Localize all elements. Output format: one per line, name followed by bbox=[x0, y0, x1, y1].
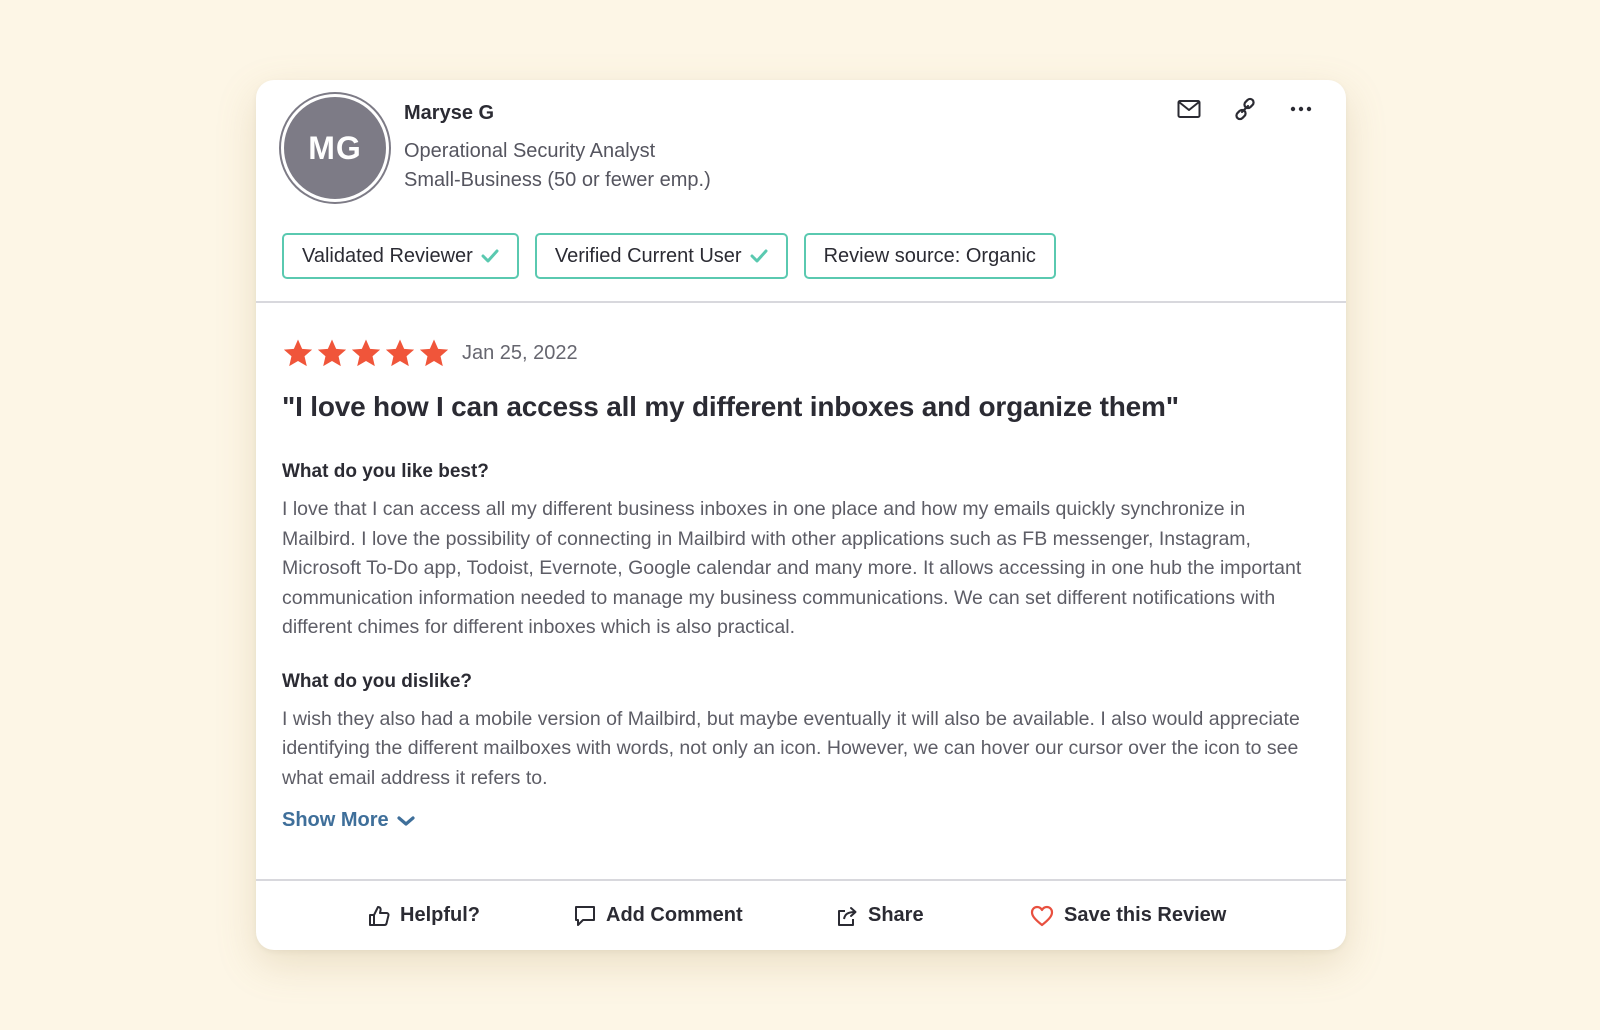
thumbs-up-icon bbox=[369, 905, 390, 926]
avatar[interactable]: MG bbox=[281, 94, 389, 202]
reviewer-company-size: Small-Business (50 or fewer emp.) bbox=[404, 169, 711, 191]
question-dislike: What do you dislike? bbox=[282, 670, 473, 692]
share-button[interactable]: Share bbox=[836, 881, 924, 950]
reviewer-info: Maryse G Operational Security Analyst Sm… bbox=[404, 102, 711, 195]
star-icon bbox=[351, 339, 381, 366]
mail-icon bbox=[1177, 100, 1201, 118]
badge-validated-reviewer[interactable]: Validated Reviewer bbox=[282, 233, 519, 279]
heart-icon bbox=[1030, 905, 1054, 926]
show-more-link[interactable]: Show More bbox=[282, 809, 415, 832]
check-icon bbox=[750, 249, 768, 263]
star-icon bbox=[283, 339, 313, 366]
answer-dislike: I wish they also had a mobile version of… bbox=[282, 707, 1300, 789]
badge-verified-current-user[interactable]: Verified Current User bbox=[534, 233, 788, 279]
add-comment-label: Add Comment bbox=[606, 904, 743, 926]
link-icon bbox=[1235, 97, 1255, 121]
helpful-label: Helpful? bbox=[400, 904, 480, 926]
header-divider bbox=[256, 301, 1346, 303]
reviewer-role: Operational Security Analyst bbox=[404, 140, 656, 162]
check-icon bbox=[481, 249, 499, 263]
copy-link-button[interactable] bbox=[1230, 94, 1260, 124]
add-comment-button[interactable]: Add Comment bbox=[574, 881, 743, 950]
show-more-label: Show More bbox=[282, 809, 389, 831]
share-label: Share bbox=[868, 904, 924, 926]
chevron-down-icon bbox=[397, 815, 415, 826]
star-rating bbox=[282, 338, 450, 369]
question-like-best: What do you like best? bbox=[282, 461, 489, 482]
header-actions bbox=[1174, 94, 1316, 124]
star-icon bbox=[385, 339, 415, 366]
review-date: Jan 25, 2022 bbox=[462, 341, 578, 364]
star-icon bbox=[419, 339, 449, 366]
badge-label: Validated Reviewer bbox=[302, 244, 473, 267]
badge-label: Verified Current User bbox=[554, 244, 742, 267]
save-review-button[interactable]: Save this Review bbox=[1030, 881, 1226, 950]
review-content: Jan 25, 2022 "I love how I can access al… bbox=[256, 335, 1346, 832]
more-icon bbox=[1290, 106, 1312, 112]
share-icon bbox=[838, 906, 857, 926]
email-review-button[interactable] bbox=[1174, 94, 1204, 124]
helpful-button[interactable]: Helpful? bbox=[368, 881, 480, 950]
review-title: "I love how I can access all my differen… bbox=[282, 391, 1179, 422]
review-footer: Helpful? Add Comment Share Save this Rev… bbox=[256, 879, 1346, 950]
save-review-label: Save this Review bbox=[1064, 904, 1227, 926]
reviewer-badges: Validated Reviewer Verified Current User… bbox=[282, 233, 1056, 279]
rating-row: Jan 25, 2022 bbox=[282, 335, 1320, 371]
comment-icon bbox=[575, 905, 595, 926]
star-icon bbox=[317, 339, 347, 366]
review-card: MG Maryse G Operational Security Analyst… bbox=[256, 80, 1346, 950]
badge-label: Review source: Organic bbox=[823, 244, 1036, 267]
reviewer-name[interactable]: Maryse G bbox=[404, 102, 711, 125]
more-options-button[interactable] bbox=[1286, 94, 1316, 124]
reviewer-header: MG Maryse G Operational Security Analyst… bbox=[256, 80, 1346, 301]
answer-like-best: I love that I can access all my differen… bbox=[282, 498, 1302, 638]
badge-review-source[interactable]: Review source: Organic bbox=[803, 233, 1056, 279]
